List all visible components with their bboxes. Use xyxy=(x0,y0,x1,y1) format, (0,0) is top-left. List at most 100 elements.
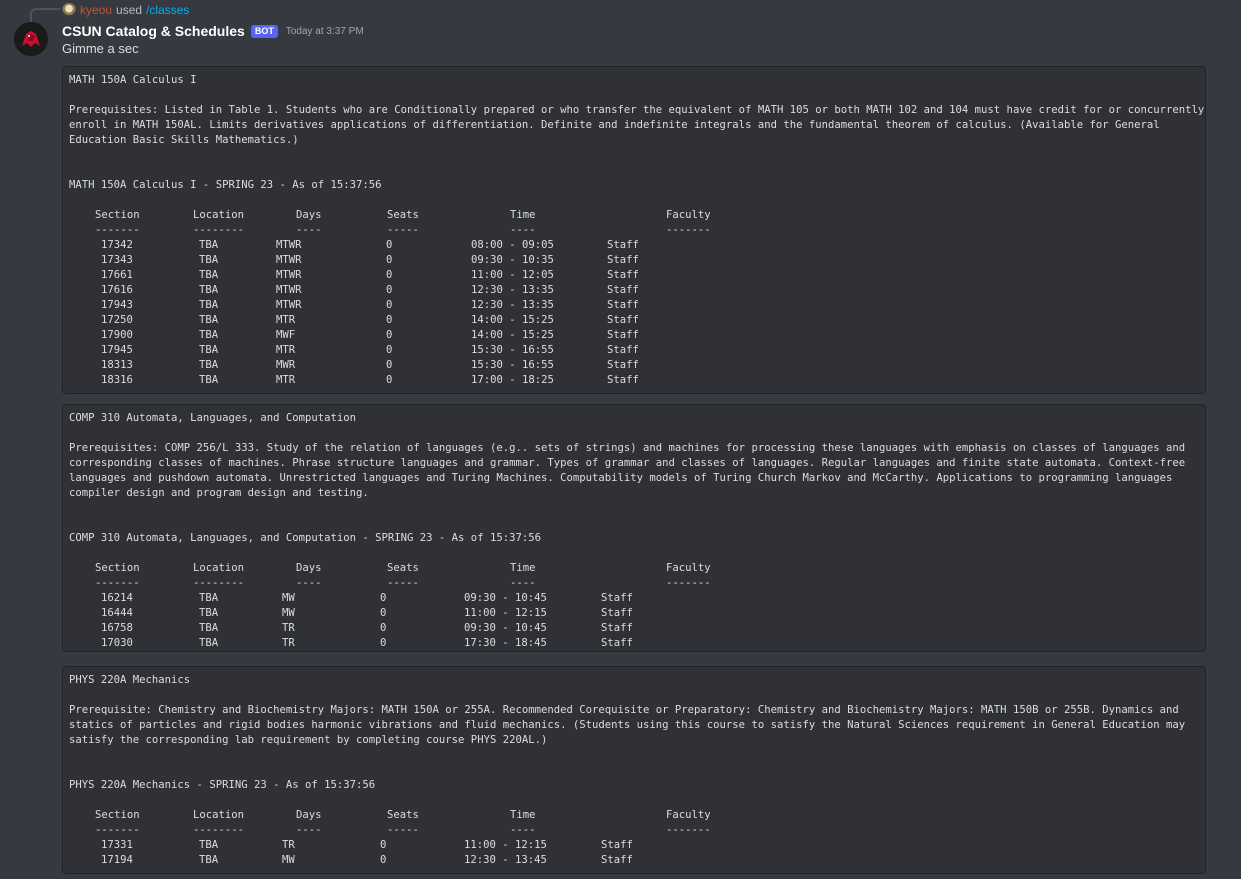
row-location: TBA xyxy=(199,329,219,341)
schedule-title: COMP 310 Automata, Languages, and Comput… xyxy=(69,532,541,544)
column-header-location: Location xyxy=(193,809,245,821)
course-title: MATH 150A Calculus I xyxy=(69,74,197,86)
column-separator-seats: ----- xyxy=(387,824,419,836)
row-time: 09:30 - 10:45 xyxy=(464,592,547,604)
row-faculty: Staff xyxy=(607,329,639,341)
row-section: 17342 xyxy=(101,239,133,251)
column-header-faculty: Faculty xyxy=(666,562,711,574)
row-faculty: Staff xyxy=(601,592,633,604)
row-faculty: Staff xyxy=(607,344,639,356)
bot-username[interactable]: CSUN Catalog & Schedules xyxy=(62,23,245,39)
message-header: CSUN Catalog & Schedules BOT Today at 3:… xyxy=(62,21,364,41)
row-section: 17343 xyxy=(101,254,133,266)
row-faculty: Staff xyxy=(607,254,639,266)
row-time: 14:00 - 15:25 xyxy=(471,314,554,326)
row-time: 11:00 - 12:05 xyxy=(471,269,554,281)
row-section: 16758 xyxy=(101,622,133,634)
row-faculty: Staff xyxy=(607,299,639,311)
column-header-location: Location xyxy=(193,209,245,221)
column-header-section: Section xyxy=(95,809,140,821)
row-faculty: Staff xyxy=(607,374,639,386)
row-seats: 0 xyxy=(386,284,393,296)
course-code-block: COMP 310 Automata, Languages, and Comput… xyxy=(62,404,1206,652)
replied-user-avatar[interactable] xyxy=(62,3,76,17)
row-faculty: Staff xyxy=(607,269,639,281)
course-title: PHYS 220A Mechanics xyxy=(69,674,191,686)
row-time: 15:30 - 16:55 xyxy=(471,359,554,371)
row-faculty: Staff xyxy=(607,284,639,296)
column-separator-seats: ----- xyxy=(387,224,419,236)
row-time: 11:00 - 12:15 xyxy=(464,839,547,851)
row-seats: 0 xyxy=(386,299,393,311)
column-header-faculty: Faculty xyxy=(666,209,711,221)
row-days: MWF xyxy=(276,329,296,341)
row-days: TR xyxy=(282,622,295,634)
course-description: Prerequisites: COMP 256/L 333. Study of … xyxy=(69,442,1186,499)
row-seats: 0 xyxy=(386,269,393,281)
row-seats: 0 xyxy=(386,359,393,371)
row-location: TBA xyxy=(199,637,219,649)
row-seats: 0 xyxy=(380,622,387,634)
column-separator-days: ---- xyxy=(296,577,322,589)
slash-command[interactable]: /classes xyxy=(146,3,189,17)
course-code-block: MATH 150A Calculus I Prerequisites: Liste… xyxy=(62,66,1206,394)
column-separator-section: ------- xyxy=(95,824,140,836)
row-seats: 0 xyxy=(386,254,393,266)
course-description: Prerequisites: Listed in Table 1. Studen… xyxy=(69,104,1205,146)
row-days: MTWR xyxy=(276,239,302,251)
row-location: TBA xyxy=(199,344,219,356)
message-timestamp[interactable]: Today at 3:37 PM xyxy=(286,26,364,37)
row-seats: 0 xyxy=(386,329,393,341)
reply-connector xyxy=(30,8,60,22)
course-code-block: PHYS 220A Mechanics Prerequisite: Chemist… xyxy=(62,666,1206,874)
reply-used-label: used xyxy=(116,3,143,17)
row-seats: 0 xyxy=(386,374,393,386)
column-header-section: Section xyxy=(95,209,140,221)
column-separator-location: -------- xyxy=(193,224,245,236)
column-header-time: Time xyxy=(510,809,536,821)
row-location: TBA xyxy=(199,284,219,296)
row-seats: 0 xyxy=(380,637,387,649)
column-separator-seats: ----- xyxy=(387,577,419,589)
row-seats: 0 xyxy=(380,607,387,619)
row-days: MW xyxy=(282,592,295,604)
row-days: MW xyxy=(282,854,295,866)
row-time: 12:30 - 13:45 xyxy=(464,854,547,866)
row-section: 18316 xyxy=(101,374,133,386)
row-days: MTR xyxy=(276,314,296,326)
row-location: TBA xyxy=(199,374,219,386)
column-header-days: Days xyxy=(296,809,322,821)
bot-avatar[interactable] xyxy=(14,22,48,56)
row-seats: 0 xyxy=(380,592,387,604)
column-separator-time: ---- xyxy=(510,577,536,589)
row-faculty: Staff xyxy=(607,239,639,251)
row-section: 17661 xyxy=(101,269,133,281)
column-separator-faculty: ------- xyxy=(666,824,711,836)
row-section: 16444 xyxy=(101,607,133,619)
column-header-seats: Seats xyxy=(387,562,419,574)
row-location: TBA xyxy=(199,839,219,851)
row-location: TBA xyxy=(199,254,219,266)
row-time: 15:30 - 16:55 xyxy=(471,344,554,356)
row-faculty: Staff xyxy=(601,622,633,634)
row-location: TBA xyxy=(199,299,219,311)
row-seats: 0 xyxy=(380,839,387,851)
row-time: 17:30 - 18:45 xyxy=(464,637,547,649)
row-time: 08:00 - 09:05 xyxy=(471,239,554,251)
row-faculty: Staff xyxy=(607,314,639,326)
row-faculty: Staff xyxy=(601,607,633,619)
row-faculty: Staff xyxy=(607,359,639,371)
column-separator-section: ------- xyxy=(95,224,140,236)
reply-context[interactable]: kyeou used /classes xyxy=(62,2,189,18)
row-time: 12:30 - 13:35 xyxy=(471,299,554,311)
column-separator-section: ------- xyxy=(95,577,140,589)
row-time: 14:00 - 15:25 xyxy=(471,329,554,341)
column-separator-time: ---- xyxy=(510,224,536,236)
row-time: 09:30 - 10:45 xyxy=(464,622,547,634)
replied-username[interactable]: kyeou xyxy=(80,3,112,17)
row-section: 17194 xyxy=(101,854,133,866)
row-days: MTWR xyxy=(276,254,302,266)
message-text: Gimme a sec xyxy=(62,41,139,56)
row-location: TBA xyxy=(199,359,219,371)
row-location: TBA xyxy=(199,854,219,866)
